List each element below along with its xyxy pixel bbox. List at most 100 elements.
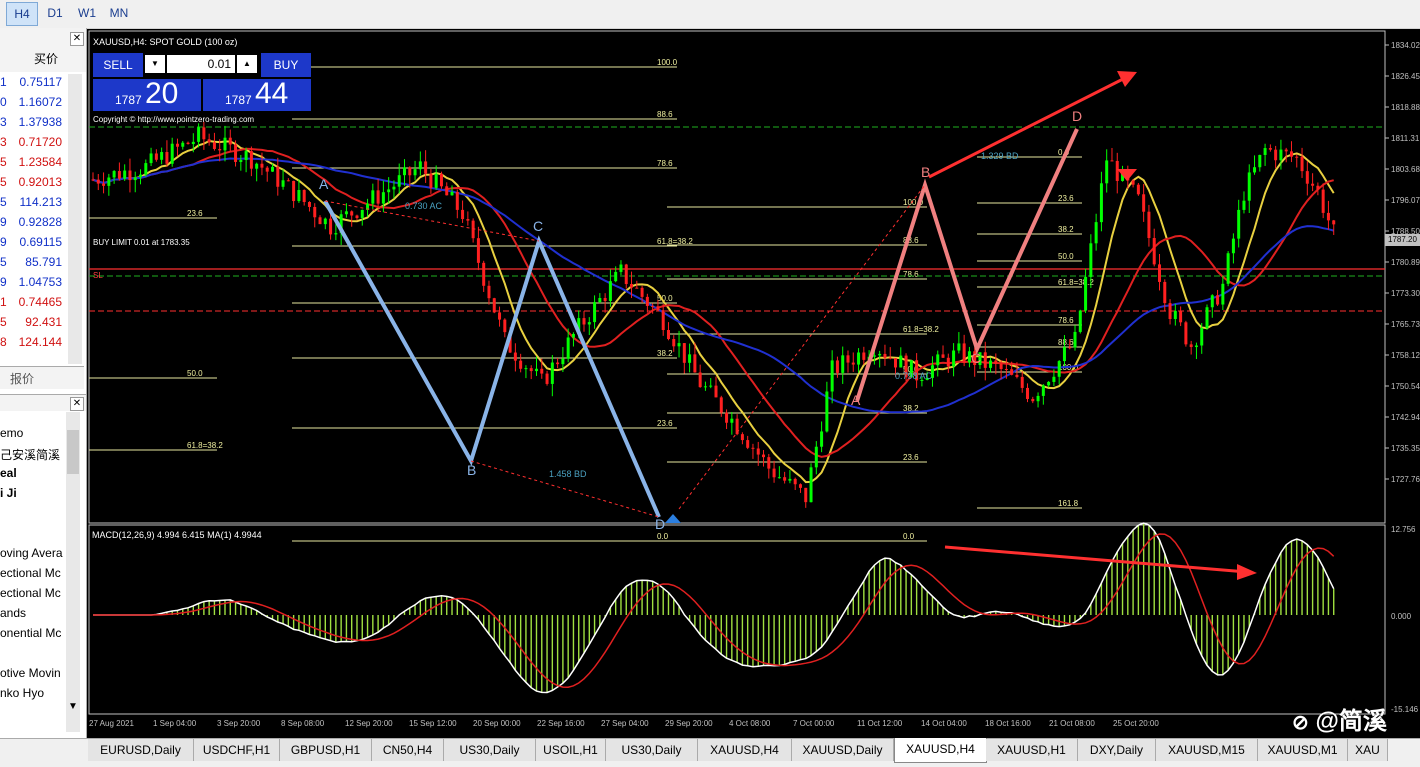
symbol-cell: 5 xyxy=(0,155,7,169)
sell-price-big: 1787 xyxy=(115,93,142,107)
candle-body xyxy=(952,350,956,367)
candle-body xyxy=(207,139,211,143)
navigator-item[interactable]: eal xyxy=(0,466,17,480)
candle-body xyxy=(371,190,375,204)
lot-decrease-icon[interactable]: ▼ xyxy=(145,55,165,73)
macd-axis-label: -15.146 xyxy=(1391,705,1419,714)
sell-price[interactable]: 1787 20 xyxy=(93,77,201,111)
symbol-tab[interactable]: DXY,Daily xyxy=(1078,739,1156,761)
buy-price[interactable]: 1787 44 xyxy=(203,77,311,111)
lot-size-input[interactable]: 0.01 xyxy=(167,55,235,73)
left-panel: ✕ 买价 1 0.75117 0 1.16072 3 1.37938 3 0.71720 5 1.… xyxy=(0,28,87,766)
fib-level-label: 38.2 xyxy=(657,349,673,358)
candle-body xyxy=(381,192,385,204)
fib-level-label: 50.0 xyxy=(187,369,203,378)
symbol-tab[interactable]: USDCHF,H1 xyxy=(194,739,280,761)
navigator-item[interactable]: oving Avera xyxy=(0,546,63,560)
timeframe-d1-button[interactable]: D1 xyxy=(40,2,70,24)
symbol-tab[interactable]: CN50,H4 xyxy=(372,739,444,761)
symbol-tab[interactable]: US30,Daily xyxy=(444,739,536,761)
navigator-close-icon[interactable]: ✕ xyxy=(70,397,84,411)
navigator-item[interactable]: otive Movin xyxy=(0,666,61,680)
sell-button[interactable]: SELL xyxy=(93,53,143,77)
candle-body xyxy=(571,333,575,338)
candle-body xyxy=(1041,385,1045,396)
symbol-tab[interactable]: GBPUSD,H1 xyxy=(280,739,372,761)
candle-body xyxy=(160,152,164,160)
candle-body xyxy=(614,271,618,282)
candle-body xyxy=(857,352,861,365)
time-axis-label: 27 Sep 04:00 xyxy=(601,719,649,728)
candle-body xyxy=(96,179,100,184)
candle-body xyxy=(999,363,1003,370)
navigator-item[interactable]: nko Hyo xyxy=(0,686,44,700)
pattern2-ratio-ac: 0.798 AC xyxy=(895,371,933,381)
navigator-scroll-thumb[interactable] xyxy=(67,430,79,474)
symbol-tab[interactable]: XAUUSD,H4 xyxy=(894,738,987,763)
symbol-cell: 3 xyxy=(0,135,7,149)
navigator-item[interactable]: ands xyxy=(0,606,26,620)
timeframe-mn-button[interactable]: MN xyxy=(104,2,134,24)
buy-button[interactable]: BUY xyxy=(261,53,311,77)
symbol-cell: 5 xyxy=(0,315,7,329)
candle-body xyxy=(255,163,259,169)
price-axis-label: 1742.94 xyxy=(1391,413,1420,422)
candle-body xyxy=(239,160,243,162)
candle-body xyxy=(603,297,607,302)
candle-body xyxy=(941,354,945,358)
navigator-item[interactable]: emo xyxy=(0,426,23,440)
navigator-item[interactable]: i Ji xyxy=(0,486,17,500)
chart-window[interactable]: 100.0 88.6 78.6 61.8=38.2 50.0 38.2 23.6 0.0 23.… xyxy=(87,29,1420,738)
candle-body xyxy=(767,457,771,469)
candle-body xyxy=(123,170,127,179)
candle-body xyxy=(725,412,729,423)
candle-body xyxy=(513,352,517,361)
navigator-item[interactable]: ectional Mc xyxy=(0,566,61,580)
candle-body xyxy=(191,141,195,145)
candle-body xyxy=(476,238,480,263)
candle-body xyxy=(445,186,449,196)
scroll-down-icon[interactable]: ▼ xyxy=(66,700,80,714)
price-chart[interactable]: 100.0 88.6 78.6 61.8=38.2 50.0 38.2 23.6 0.0 23.… xyxy=(87,29,1420,738)
navigator-scrollbar[interactable]: ▼ xyxy=(66,412,80,732)
macd-signal-line xyxy=(93,533,1335,688)
time-axis-label: 3 Sep 20:00 xyxy=(217,719,261,728)
bid-cell: 0.71720 xyxy=(18,135,62,149)
timeframe-h4-button[interactable]: H4 xyxy=(6,2,38,26)
symbol-cell: 5 xyxy=(0,195,7,209)
timeframe-w1-button[interactable]: W1 xyxy=(72,2,102,24)
symbol-tab[interactable]: XAUUSD,M15 xyxy=(1156,739,1258,761)
symbol-tab[interactable]: US30,Daily xyxy=(606,739,698,761)
market-watch-scrollbar[interactable] xyxy=(68,74,82,364)
symbol-tab[interactable]: USOIL,H1 xyxy=(536,739,606,761)
candle-body xyxy=(1205,307,1209,329)
candle-body xyxy=(1010,369,1014,375)
symbol-tab[interactable]: EURUSD,Daily xyxy=(88,739,194,761)
candle-body xyxy=(798,484,802,488)
candle-body xyxy=(223,137,227,151)
fib-level-label: 78.6 xyxy=(903,270,919,279)
candle-body xyxy=(202,127,206,140)
lot-increase-icon[interactable]: ▲ xyxy=(237,55,257,73)
candle-body xyxy=(133,177,137,181)
market-watch-close-icon[interactable]: ✕ xyxy=(70,32,84,46)
candle-body xyxy=(751,447,755,449)
candle-body xyxy=(117,171,121,179)
symbol-tab[interactable]: XAU xyxy=(1348,739,1388,761)
symbol-tab[interactable]: XAUUSD,M1 xyxy=(1258,739,1348,761)
candle-body xyxy=(619,264,623,272)
candle-body xyxy=(825,391,829,432)
navigator-item[interactable]: ectional Mc xyxy=(0,586,61,600)
time-axis-label: 22 Sep 16:00 xyxy=(537,719,585,728)
navigator-item[interactable]: 己安溪简溪 xyxy=(0,446,60,463)
bid-cell: 124.144 xyxy=(18,335,62,349)
symbol-tab[interactable]: XAUUSD,Daily xyxy=(792,739,894,761)
navigator-item[interactable]: onential Mc xyxy=(0,626,61,640)
candle-body xyxy=(228,137,232,145)
time-axis-label: 29 Sep 20:00 xyxy=(665,719,713,728)
candle-body xyxy=(1263,148,1267,155)
symbol-tab[interactable]: XAUUSD,H4 xyxy=(698,739,792,761)
symbol-tab[interactable]: XAUUSD,H1 xyxy=(986,739,1078,761)
fib-level-label: 61.8=38.2 xyxy=(1058,278,1094,287)
quotes-tab[interactable]: 报价 xyxy=(10,370,34,387)
